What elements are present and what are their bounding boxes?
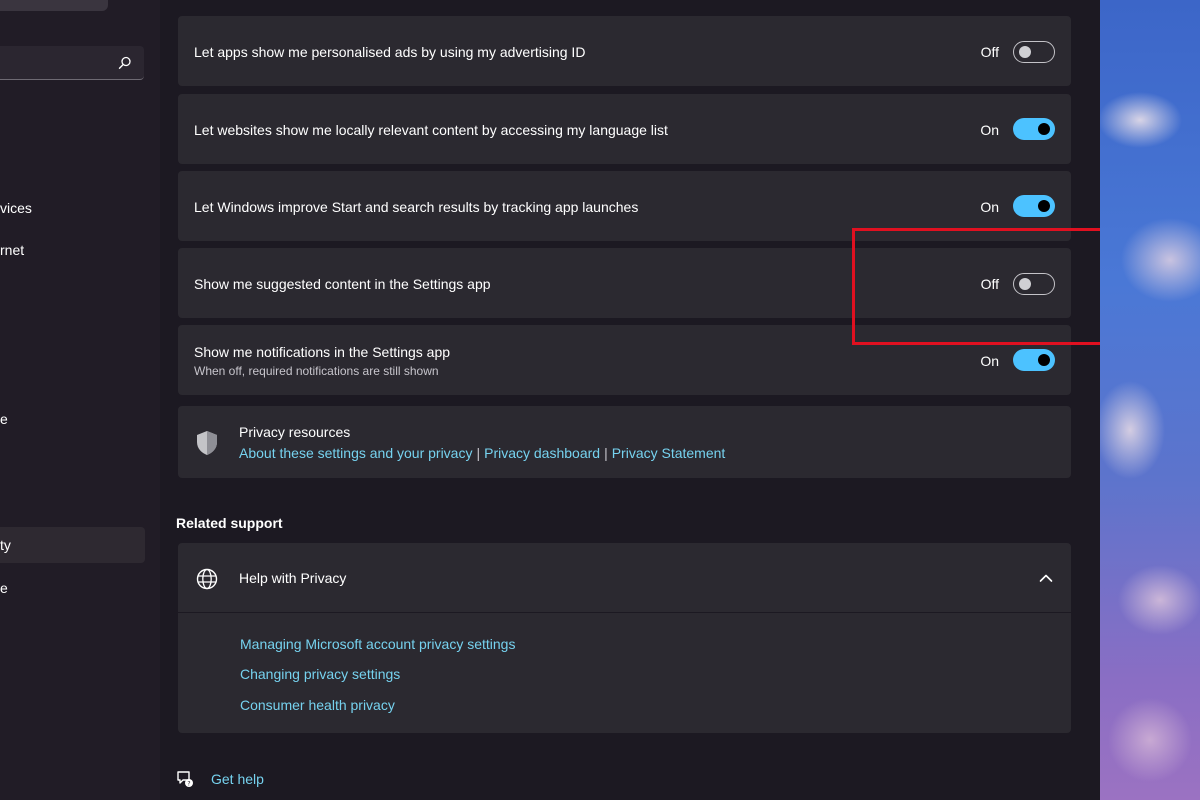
privacy-resources-links: About these settings and your privacy | Pr… [239,445,725,463]
sidebar-item-network[interactable]: rnet [0,232,145,268]
desktop-wallpaper [1100,0,1200,800]
main-content: Let apps show me personalised ads by usi… [160,0,1100,800]
setting-row-notifications: Show me notifications in the Settings ap… [178,325,1071,395]
get-help-link[interactable]: Get help [211,771,264,787]
help-link-changing-privacy-settings[interactable]: Changing privacy settings [240,666,400,682]
help-with-privacy-title: Help with Privacy [239,570,347,586]
toggle-state-text: Off [980,276,999,292]
toggle-switch[interactable] [1013,195,1055,217]
setting-label: Let Windows improve Start and search res… [194,199,639,215]
toggle-state-text: On [980,353,999,369]
chevron-up-icon[interactable] [1039,573,1053,583]
toggle-state-text: Off [980,44,999,60]
toggle-state-text: On [980,199,999,215]
get-help-icon[interactable]: ? [176,770,194,788]
related-support-heading: Related support [176,515,283,531]
help-with-privacy-card: Help with Privacy Managing Microsoft acc… [178,543,1071,733]
help-link-consumer-health-privacy[interactable]: Consumer health privacy [240,697,395,713]
setting-row-advertising-id: Let apps show me personalised ads by usi… [178,16,1071,86]
setting-label: Show me suggested content in the Setting… [194,276,491,292]
privacy-resources-title: Privacy resources [239,424,351,440]
sidebar-item-devices[interactable]: vices [0,190,145,226]
privacy-resources-card: Privacy resources About these settings a… [178,406,1071,478]
globe-icon [196,568,218,590]
sidebar: vices rnet e ty e [0,0,160,800]
setting-label: Let apps show me personalised ads by usi… [194,44,586,60]
about-settings-link[interactable]: About these settings and your privacy [239,445,472,461]
setting-label: Show me notifications in the Settings ap… [194,344,451,360]
toggle-switch[interactable] [1013,41,1055,63]
setting-row-suggested-content: Show me suggested content in the Setting… [178,248,1071,318]
link-separator: | [476,445,481,461]
toggle-switch[interactable] [1013,273,1055,295]
search-input[interactable] [0,46,144,80]
privacy-statement-link[interactable]: Privacy Statement [612,445,726,461]
toggle-switch[interactable] [1013,118,1055,140]
link-separator: | [604,445,608,461]
setting-label: Let websites show me locally relevant co… [194,122,668,138]
setting-sublabel: When off, required notifications are sti… [194,364,439,378]
toggle-state-text: On [980,122,999,138]
sidebar-item-time-language[interactable]: e [0,401,145,437]
shield-icon [197,431,217,455]
setting-row-app-launches: Let Windows improve Start and search res… [178,171,1071,241]
svg-text:?: ? [187,781,190,788]
toggle-switch[interactable] [1013,349,1055,371]
search-icon[interactable] [118,56,132,70]
setting-row-language-list: Let websites show me locally relevant co… [178,94,1071,164]
help-link-microsoft-account-privacy[interactable]: Managing Microsoft account privacy setti… [240,636,515,652]
sidebar-item-windows-update[interactable]: e [0,570,145,606]
privacy-dashboard-link[interactable]: Privacy dashboard [484,445,600,461]
sidebar-top-strip [0,0,108,11]
help-with-privacy-header[interactable]: Help with Privacy [178,543,1071,613]
sidebar-item-privacy-security[interactable]: ty [0,527,145,563]
